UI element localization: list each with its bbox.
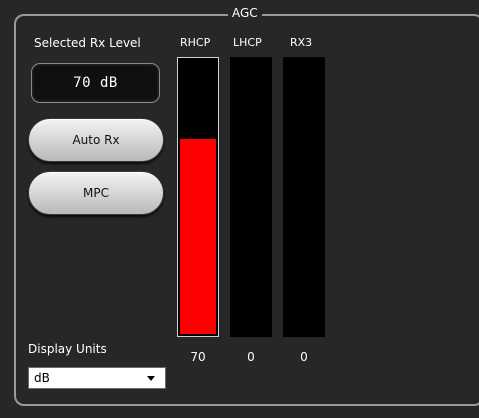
meter-rx3 <box>283 57 325 337</box>
dropdown-arrow-icon[interactable] <box>147 376 155 381</box>
display-units-select[interactable]: dB <box>28 367 166 389</box>
meter-label-lhcp: LHCP <box>233 36 262 49</box>
mpc-button[interactable]: MPC <box>28 171 164 215</box>
meter-value-rx3: 0 <box>300 350 308 364</box>
selected-rx-level-display: 70 dB <box>31 63 160 103</box>
display-units-label: Display Units <box>28 342 107 356</box>
meter-lhcp <box>230 57 272 337</box>
meter-label-rx3: RX3 <box>290 36 313 49</box>
display-units-selected-value: dB <box>34 371 50 385</box>
auto-rx-button[interactable]: Auto Rx <box>28 118 164 162</box>
meter-label-rhcp: RHCP <box>180 36 211 49</box>
meter-value-lhcp: 0 <box>247 350 255 364</box>
selected-rx-level-label: Selected Rx Level <box>34 36 141 50</box>
meter-value-rhcp: 70 <box>190 350 206 364</box>
meter-fill-rhcp <box>180 139 216 334</box>
selected-rx-level-value: 70 dB <box>73 75 118 91</box>
agc-panel: AGC Selected Rx Level 70 dB Auto Rx MPC … <box>0 0 479 418</box>
agc-group-title: AGC <box>228 5 262 21</box>
meter-rhcp <box>177 57 219 337</box>
